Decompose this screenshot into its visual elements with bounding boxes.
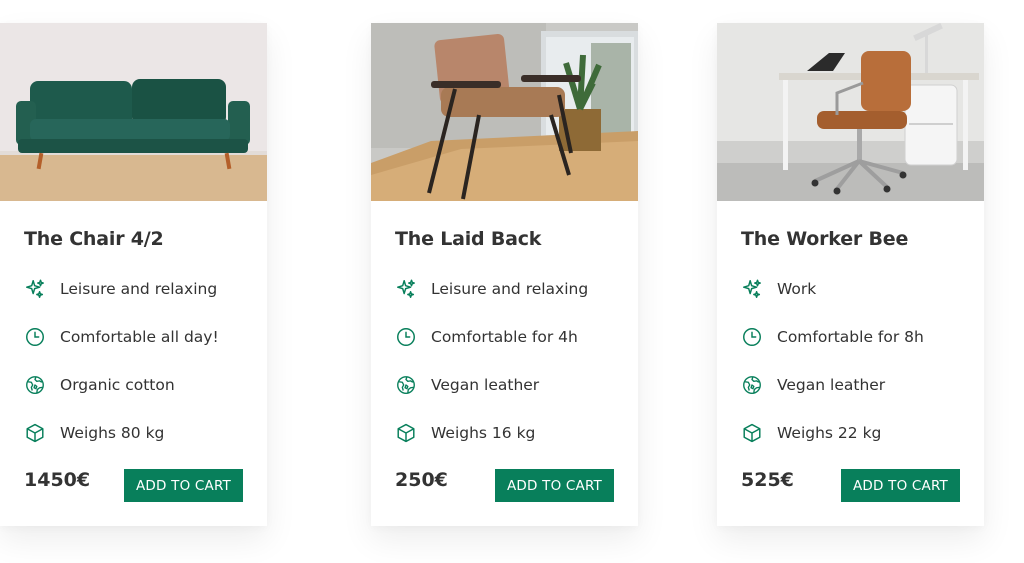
- product-attribute: Comfortable for 8h: [741, 325, 971, 349]
- cube-icon: [24, 422, 46, 444]
- product-title: The Worker Bee: [741, 228, 909, 250]
- product-price: 250€: [395, 469, 448, 491]
- sparkles-icon: [24, 278, 46, 300]
- product-title: The Chair 4/2: [24, 228, 164, 250]
- product-price: 525€: [741, 469, 794, 491]
- product-photo-office-chair: [717, 23, 984, 201]
- attribute-text: Weighs 22 kg: [777, 424, 882, 442]
- product-card: The Laid Back Leisure and relaxing Comfo…: [371, 23, 638, 526]
- product-attribute: Work: [741, 277, 971, 301]
- product-attribute: Weighs 22 kg: [741, 421, 971, 445]
- attribute-text: Weighs 16 kg: [431, 424, 536, 442]
- product-attribute: Comfortable all day!: [24, 325, 254, 349]
- product-card: The Worker Bee Work Comfortable for 8h V…: [717, 23, 984, 526]
- product-attribute: Organic cotton: [24, 373, 254, 397]
- product-price: 1450€: [24, 469, 91, 491]
- product-photo-sofa: [0, 23, 267, 201]
- product-photo-armchair: [371, 23, 638, 201]
- globe-icon: [741, 374, 763, 396]
- attribute-text: Vegan leather: [431, 376, 540, 394]
- attribute-text: Weighs 80 kg: [60, 424, 165, 442]
- attribute-text: Work: [777, 280, 817, 298]
- attribute-text: Leisure and relaxing: [60, 280, 218, 298]
- sparkles-icon: [395, 278, 417, 300]
- attribute-text: Comfortable all day!: [60, 328, 219, 346]
- globe-icon: [395, 374, 417, 396]
- globe-icon: [24, 374, 46, 396]
- add-to-cart-button[interactable]: ADD TO CART: [495, 469, 614, 502]
- product-attribute: Vegan leather: [395, 373, 625, 397]
- sparkles-icon: [741, 278, 763, 300]
- product-attribute: Vegan leather: [741, 373, 971, 397]
- attribute-text: Vegan leather: [777, 376, 886, 394]
- product-attribute: Leisure and relaxing: [395, 277, 625, 301]
- clock-icon: [24, 326, 46, 348]
- add-to-cart-button[interactable]: ADD TO CART: [124, 469, 243, 502]
- product-attribute: Weighs 16 kg: [395, 421, 625, 445]
- clock-icon: [741, 326, 763, 348]
- product-attribute: Leisure and relaxing: [24, 277, 254, 301]
- product-attribute: Comfortable for 4h: [395, 325, 625, 349]
- product-title: The Laid Back: [395, 228, 542, 250]
- cube-icon: [741, 422, 763, 444]
- clock-icon: [395, 326, 417, 348]
- attribute-text: Leisure and relaxing: [431, 280, 589, 298]
- cube-icon: [395, 422, 417, 444]
- product-attribute: Weighs 80 kg: [24, 421, 254, 445]
- product-card: The Chair 4/2 Leisure and relaxing Comfo…: [0, 23, 267, 526]
- attribute-text: Comfortable for 8h: [777, 328, 924, 346]
- attribute-text: Organic cotton: [60, 376, 175, 394]
- attribute-text: Comfortable for 4h: [431, 328, 578, 346]
- add-to-cart-button[interactable]: ADD TO CART: [841, 469, 960, 502]
